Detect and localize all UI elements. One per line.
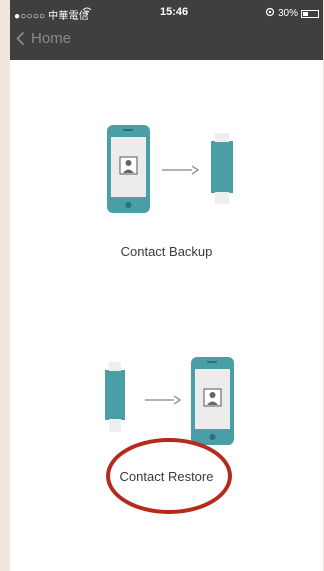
lock-rotation-icon xyxy=(265,7,275,20)
chevron-left-icon xyxy=(16,31,25,46)
back-label: Home xyxy=(31,30,72,47)
backup-illustration xyxy=(107,125,233,213)
wifi-icon xyxy=(82,7,92,18)
carrier-label: ●○○○○ 中華電信 xyxy=(14,11,89,22)
back-button[interactable]: Home xyxy=(16,30,71,47)
restore-illustration xyxy=(105,357,234,445)
battery-percent: 30% xyxy=(277,8,298,19)
top-bar: ●○○○○ 中華電信 15:46 30% Home xyxy=(10,0,323,60)
app-screen: ●○○○○ 中華電信 15:46 30% Home Contact Backup… xyxy=(10,0,323,571)
red-annotation-circle xyxy=(106,438,232,514)
page-margin xyxy=(0,0,10,571)
contact-backup-option[interactable]: Contact Backup xyxy=(10,120,323,270)
clock-time: 15:46 xyxy=(160,6,189,18)
contact-backup-label: Contact Backup xyxy=(120,244,213,259)
battery-area: 30% xyxy=(265,7,319,20)
battery-icon xyxy=(301,9,319,18)
